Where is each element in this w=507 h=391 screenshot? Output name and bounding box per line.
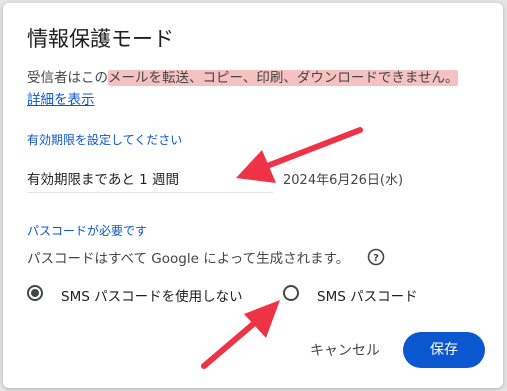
radio-label-no-sms: SMS パスコードを使用しない — [61, 289, 243, 305]
information-protection-dialog: 情報保護モード 受信者はこのメールを転送、コピー、印刷、ダウンロードできません。… — [3, 3, 503, 388]
radio-button-checked[interactable] — [27, 285, 43, 301]
radio-label-sms: SMS パスコード — [317, 289, 418, 305]
expiry-dropdown-value: 有効期限まであと 1 週間 — [27, 172, 180, 188]
radio-option-sms[interactable]: SMS パスコード — [283, 284, 433, 306]
passcode-description: パスコードはすべて Google によって生成されます。 — [27, 251, 350, 267]
dialog-title: 情報保護モード — [27, 27, 174, 51]
expiry-date: 2024年6月26日(水) — [283, 173, 404, 188]
cancel-button[interactable]: キャンセル — [299, 335, 391, 367]
description-highlight: メールを転送、コピー、印刷、ダウンロードできません。 — [108, 70, 459, 86]
passcode-section-label: パスコードが必要です — [27, 224, 148, 238]
radio-button-unchecked[interactable] — [283, 285, 299, 301]
dialog-description: 受信者はこのメールを転送、コピー、印刷、ダウンロードできません。 — [27, 66, 459, 86]
description-prefix: 受信者はこの — [27, 70, 108, 86]
expiry-section-label: 有効期限を設定してください — [27, 133, 183, 147]
help-circle-icon[interactable]: ? — [367, 248, 385, 266]
radio-option-no-sms[interactable]: SMS パスコードを使用しない — [27, 284, 257, 306]
expiry-dropdown[interactable]: 有効期限まであと 1 週間 — [27, 164, 273, 193]
caret-down-icon — [261, 173, 271, 178]
svg-text:?: ? — [373, 253, 379, 264]
details-link[interactable]: 詳細を表示 — [27, 88, 95, 108]
save-button[interactable]: 保存 — [403, 332, 485, 368]
